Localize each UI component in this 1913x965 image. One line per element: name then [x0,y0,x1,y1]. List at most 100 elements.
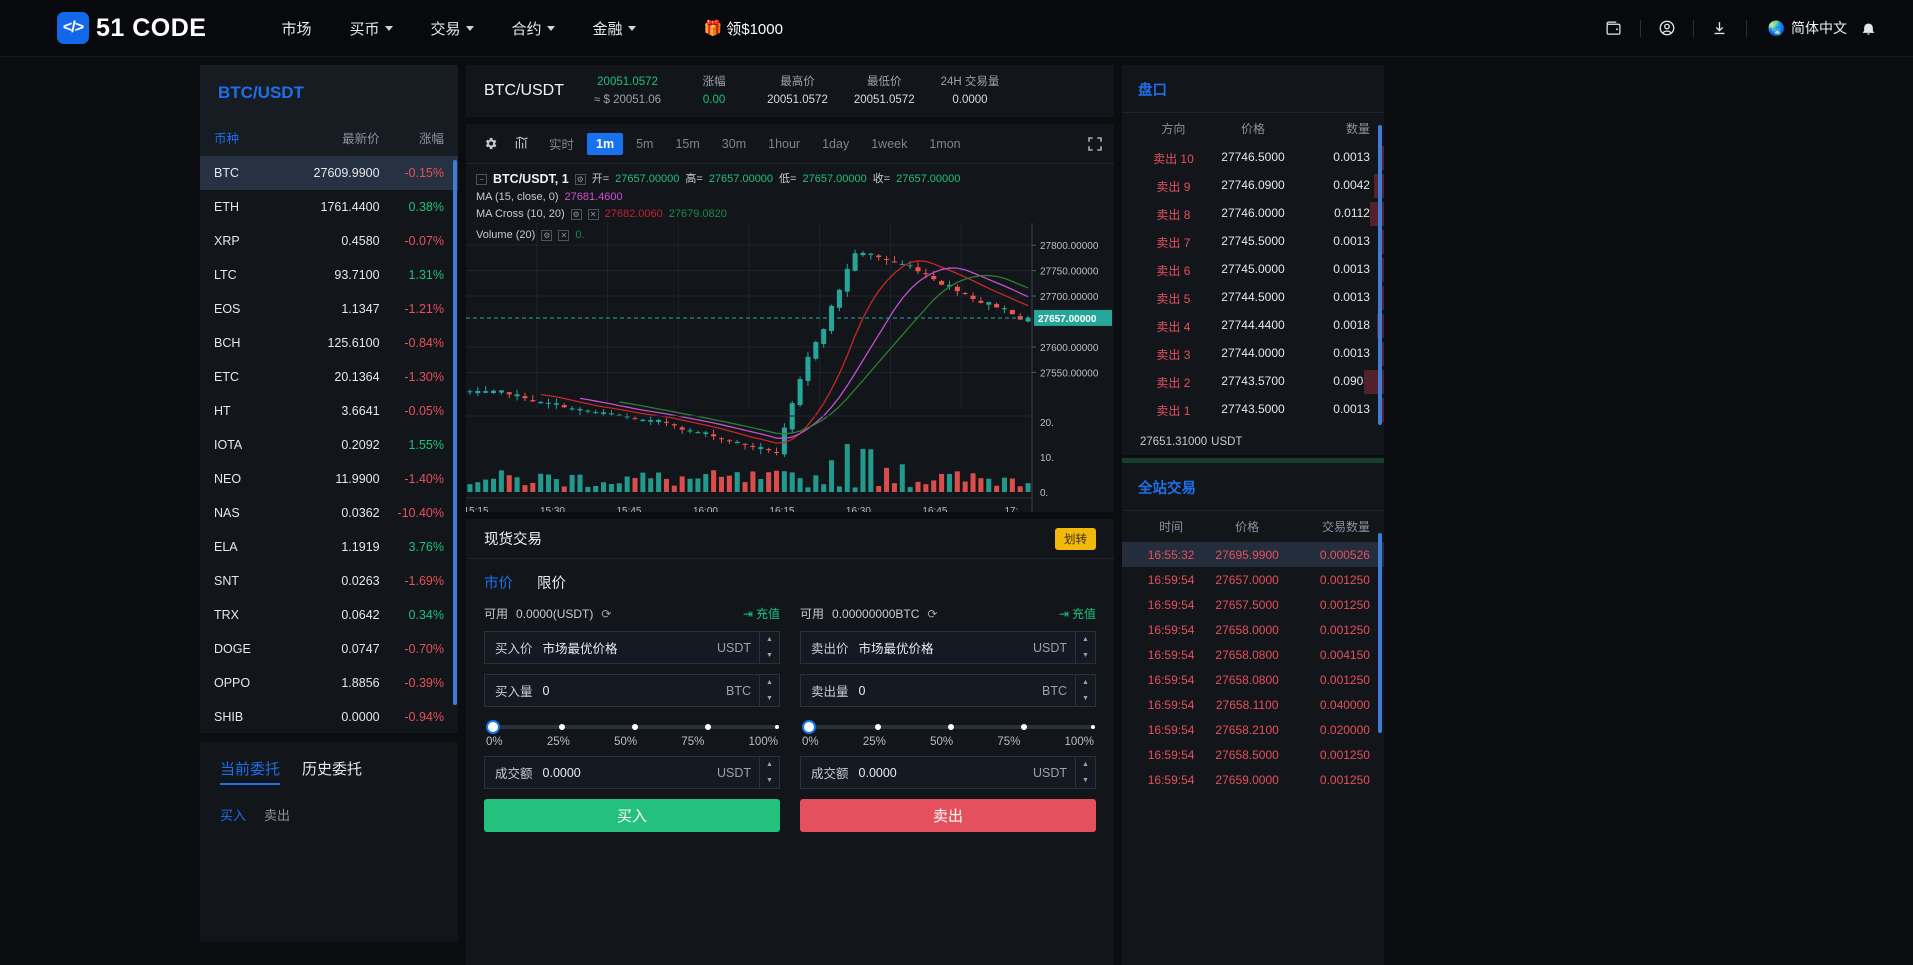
nav-item-trade[interactable]: 交易 [431,18,474,39]
tab-market-price[interactable]: 市价 [484,572,513,593]
buy-percent-slider[interactable]: 0% 25% 50% 75% 100% [484,717,780,748]
stepper-up-icon[interactable]: ▲ [760,757,779,773]
trade-history-row[interactable]: 16:59:54 27658.5000 0.001250 [1122,742,1384,767]
slider-tick-50[interactable] [632,724,638,730]
coin-row-snt[interactable]: SNT 0.0263 -1.69% [200,564,458,598]
trade-history-row[interactable]: 16:59:54 27659.0000 0.001250 [1122,767,1384,792]
timeframe-1day[interactable]: 1day [813,133,858,155]
nav-item-buy-coin[interactable]: 买币 [350,18,393,39]
gear-icon[interactable]: ⚙ [570,209,582,221]
close-icon[interactable]: ✕ [587,209,599,221]
buy-total-stepper[interactable]: ▲ ▼ [759,757,779,788]
timeframe-1mon[interactable]: 1mon [920,133,969,155]
wallet-icon[interactable] [1599,13,1629,43]
stepper-down-icon[interactable]: ▼ [760,691,779,707]
trade-history-row[interactable]: 16:59:54 27658.1100 0.040000 [1122,692,1384,717]
coin-row-etc[interactable]: ETC 20.1364 -1.30% [200,360,458,394]
tab-spot-trading[interactable]: 现货交易 [484,528,542,549]
refresh-icon[interactable]: ⟳ [601,607,611,621]
tab-current-orders[interactable]: 当前委托 [220,758,281,785]
slider-track[interactable] [802,720,1096,734]
buy-price-stepper[interactable]: ▲ ▼ [759,632,779,663]
brand-logo[interactable]: </> 51 CODE [57,12,206,44]
stepper-down-icon[interactable]: ▼ [1076,691,1095,707]
coin-row-eos[interactable]: EOS 1.1347 -1.21% [200,292,458,326]
user-icon[interactable] [1652,13,1682,43]
trade-history-row[interactable]: 16:59:54 27657.0000 0.001250 [1122,567,1384,592]
stepper-down-icon[interactable]: ▼ [760,648,779,664]
stepper-down-icon[interactable]: ▼ [1076,648,1095,664]
candlestick-chart[interactable]: Volume (20) ⚙ ✕ 0. 27800.00000 27750.0000… [466,223,1114,512]
order-book-row[interactable]: 卖出 10 27746.5000 0.0013 [1122,144,1384,172]
coin-row-oppo[interactable]: OPPO 1.8856 -0.39% [200,666,458,700]
nav-item-contract[interactable]: 合约 [512,18,555,39]
coin-row-bch[interactable]: BCH 125.6100 -0.84% [200,326,458,360]
timeframe-1week[interactable]: 1week [862,133,916,155]
download-icon[interactable] [1705,13,1735,43]
tab-history-orders[interactable]: 历史委托 [302,758,362,785]
gear-icon[interactable] [476,132,504,156]
slider-tick-25[interactable] [875,724,881,730]
sell-price-field[interactable]: 卖出价 市场最优价格 USDT ▲ ▼ [800,631,1096,664]
collapse-icon[interactable]: − [476,174,487,186]
trade-history-scrollbar[interactable] [1378,533,1382,733]
coin-row-neo[interactable]: NEO 11.9900 -1.40% [200,462,458,496]
slider-tick-75[interactable] [1021,724,1027,730]
timeframe-1hour[interactable]: 1hour [759,133,809,155]
order-book-scrollbar[interactable] [1378,125,1382,425]
slider-tick-100[interactable] [1091,725,1096,729]
order-book-row[interactable]: 卖出 1 27743.5000 0.0013 [1122,396,1384,424]
sell-amount-stepper[interactable]: ▲ ▼ [1075,675,1095,706]
slider-handle[interactable] [486,720,500,734]
sell-button[interactable]: 卖出 [800,799,1096,832]
gear-icon[interactable]: ⚙ [574,174,586,186]
bell-icon[interactable] [1853,13,1883,43]
subtab-sell[interactable]: 卖出 [264,805,290,824]
coin-row-trx[interactable]: TRX 0.0642 0.34% [200,598,458,632]
order-book-row[interactable]: 卖出 5 27744.5000 0.0013 [1122,284,1384,312]
timeframe-15m[interactable]: 15m [666,133,708,155]
slider-tick-75[interactable] [705,724,711,730]
language-selector[interactable]: 🌏 简体中文 [1768,18,1847,38]
timeframe-1m[interactable]: 1m [587,132,624,155]
slider-tick-100[interactable] [775,725,780,729]
stepper-up-icon[interactable]: ▲ [1076,757,1095,773]
nav-item-market[interactable]: 市场 [281,18,311,39]
fullscreen-icon[interactable] [1086,135,1104,153]
coin-row-nas[interactable]: NAS 0.0362 -10.40% [200,496,458,530]
order-book-row[interactable]: 卖出 8 27746.0000 0.0112 [1122,200,1384,228]
buy-price-field[interactable]: 买入价 市场最优价格 USDT ▲ ▼ [484,631,780,664]
buy-amount-field[interactable]: 买入量 0 BTC ▲ ▼ [484,674,780,707]
coin-row-shib[interactable]: SHIB 0.0000 -0.94% [200,700,458,733]
tab-limit-price[interactable]: 限价 [537,572,566,593]
buy-button[interactable]: 买入 [484,799,780,832]
timeframe-realtime[interactable]: 实时 [540,130,583,157]
coin-list-scrollbar[interactable] [453,160,457,705]
order-book-row[interactable]: 卖出 9 27746.0900 0.0042 [1122,172,1384,200]
trade-history-row[interactable]: 16:59:54 27658.0000 0.001250 [1122,617,1384,642]
slider-track[interactable] [486,720,780,734]
order-book-row[interactable]: 卖出 6 27745.0000 0.0013 [1122,256,1384,284]
coin-row-ela[interactable]: ELA 1.1919 3.76% [200,530,458,564]
timeframe-30m[interactable]: 30m [713,133,755,155]
buy-deposit-link[interactable]: ⇥ 充值 [743,605,780,622]
trade-history-row[interactable]: 16:59:54 27658.0800 0.001250 [1122,667,1384,692]
nav-item-finance[interactable]: 金融 [593,18,636,39]
indicator-icon[interactable] [508,132,536,156]
slider-tick-25[interactable] [559,724,565,730]
coin-row-iota[interactable]: IOTA 0.2092 1.55% [200,428,458,462]
coin-row-eth[interactable]: ETH 1761.4400 0.38% [200,190,458,224]
sell-deposit-link[interactable]: ⇥ 充值 [1059,605,1096,622]
slider-tick-50[interactable] [948,724,954,730]
gear-icon[interactable]: ⚙ [541,229,553,241]
timeframe-5m[interactable]: 5m [627,133,662,155]
stepper-up-icon[interactable]: ▲ [1076,632,1095,648]
coin-row-ht[interactable]: HT 3.6641 -0.05% [200,394,458,428]
sell-total-stepper[interactable]: ▲ ▼ [1075,757,1095,788]
sell-total-field[interactable]: 成交额 0.0000 USDT ▲ ▼ [800,756,1096,789]
stepper-up-icon[interactable]: ▲ [1076,675,1095,691]
order-book-row[interactable]: 卖出 4 27744.4400 0.0018 [1122,312,1384,340]
coin-row-btc[interactable]: BTC 27609.9900 -0.15% [200,156,458,190]
sell-price-stepper[interactable]: ▲ ▼ [1075,632,1095,663]
stepper-up-icon[interactable]: ▲ [760,632,779,648]
